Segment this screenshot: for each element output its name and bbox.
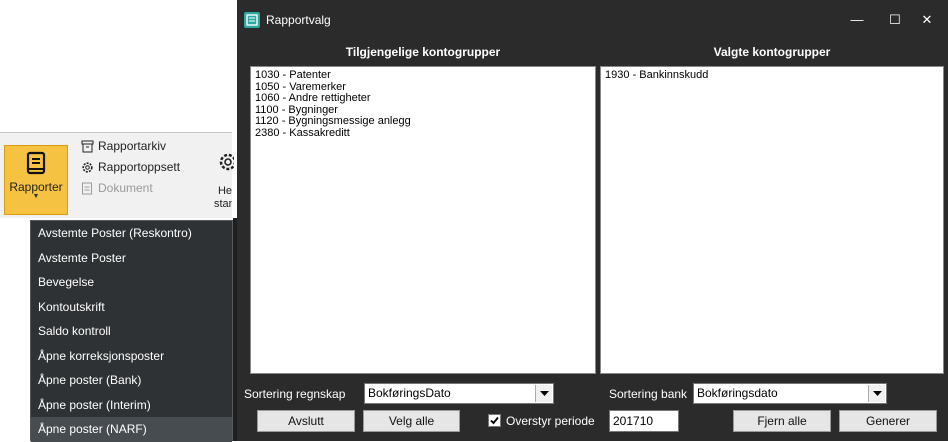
menu-item[interactable]: Åpne korreksjonsposter xyxy=(31,344,232,369)
sort-bank-select[interactable]: Bokføringsdato xyxy=(693,383,887,404)
menu-item-selected[interactable]: Åpne poster (NARF) xyxy=(31,417,232,442)
exit-button[interactable]: Avslutt xyxy=(257,410,355,432)
gear-icon[interactable] xyxy=(218,151,237,176)
list-item[interactable]: 1120 - Bygningsmessige anlegg xyxy=(255,115,591,128)
truncated-ribbon-label: He stan xyxy=(214,185,232,210)
override-period-checkbox[interactable] xyxy=(488,414,501,427)
rapporter-label: Rapporter xyxy=(9,180,63,194)
chevron-down-icon[interactable] xyxy=(868,385,885,402)
dialog-title: Rapportvalg xyxy=(266,12,331,27)
available-groups-header: Tilgjengelige kontogrupper xyxy=(345,45,501,59)
dokument-button[interactable]: Dokument xyxy=(80,178,153,198)
available-groups-list[interactable]: 1030 - Patenter 1050 - Varemerker 1060 -… xyxy=(250,66,596,374)
close-icon: ✕ xyxy=(921,11,933,27)
gear-icon xyxy=(80,160,94,174)
close-button[interactable]: ✕ xyxy=(912,0,942,39)
period-input[interactable]: 201710 xyxy=(609,410,679,432)
sort-bank-value: Bokføringsdato xyxy=(697,386,778,400)
sort-accounting-label: Sortering regnskap xyxy=(244,387,346,401)
checkmark-icon xyxy=(490,416,499,425)
selected-groups-header: Valgte kontogrupper xyxy=(713,45,831,59)
rapportvalg-dialog: Rapportvalg — ☐ ✕ Tilgjengelige kontogru… xyxy=(237,0,948,441)
document-icon xyxy=(80,181,94,195)
left-strip xyxy=(0,220,30,441)
list-item[interactable]: 2380 - Kassakreditt xyxy=(255,127,591,140)
maximize-button[interactable]: ☐ xyxy=(880,0,910,39)
rapportoppsett-label: Rapportoppsett xyxy=(98,160,181,174)
menu-item[interactable]: Avstemte Poster (Reskontro) xyxy=(31,221,232,246)
minimize-icon: — xyxy=(850,12,864,27)
minimize-button[interactable]: — xyxy=(842,0,872,39)
app-icon xyxy=(244,11,260,28)
override-period-label: Overstyr periode xyxy=(506,414,595,428)
select-all-button[interactable]: Velg alle xyxy=(363,410,460,432)
menu-item[interactable]: Bevegelse xyxy=(31,270,232,295)
sort-bank-label: Sortering bank xyxy=(609,387,688,401)
maximize-icon: ☐ xyxy=(889,11,901,27)
generate-button[interactable]: Generer xyxy=(839,410,937,432)
chevron-down-icon: ▼ xyxy=(32,193,40,200)
menu-item[interactable]: Åpne poster (Bank) xyxy=(31,368,232,393)
menu-item[interactable]: Åpne poster (Interim) xyxy=(31,393,232,418)
rapporter-button[interactable]: Rapporter ▼ xyxy=(4,145,68,215)
selected-groups-list[interactable]: 1930 - Bankinnskudd xyxy=(600,66,944,374)
title-bar[interactable]: Rapportvalg — ☐ ✕ xyxy=(237,0,948,39)
archive-icon xyxy=(80,139,94,153)
remove-all-button[interactable]: Fjern alle xyxy=(733,410,831,432)
book-icon xyxy=(23,150,49,179)
list-item[interactable]: 1930 - Bankinnskudd xyxy=(605,69,939,82)
rapportarkiv-label: Rapportarkiv xyxy=(98,139,167,153)
menu-item[interactable]: Avstemte Poster xyxy=(31,246,232,271)
chevron-down-icon[interactable] xyxy=(535,385,552,402)
ribbon: Rapporter ▼ Rapportarkiv Rapportoppsett … xyxy=(0,132,237,218)
sort-accounting-value: BokføringsDato xyxy=(368,386,451,400)
rapportarkiv-button[interactable]: Rapportarkiv xyxy=(80,136,166,156)
rapporter-dropdown-menu: Avstemte Poster (Reskontro) Avstemte Pos… xyxy=(30,220,233,442)
sort-accounting-select[interactable]: BokføringsDato xyxy=(364,383,554,404)
list-item[interactable]: 1060 - Andre rettigheter xyxy=(255,92,591,105)
rapportoppsett-button[interactable]: Rapportoppsett xyxy=(80,157,180,177)
dokument-label: Dokument xyxy=(98,181,153,195)
menu-item[interactable]: Saldo kontroll xyxy=(31,319,232,344)
menu-item[interactable]: Kontoutskrift xyxy=(31,295,232,320)
list-item[interactable]: 1030 - Patenter xyxy=(255,69,591,82)
